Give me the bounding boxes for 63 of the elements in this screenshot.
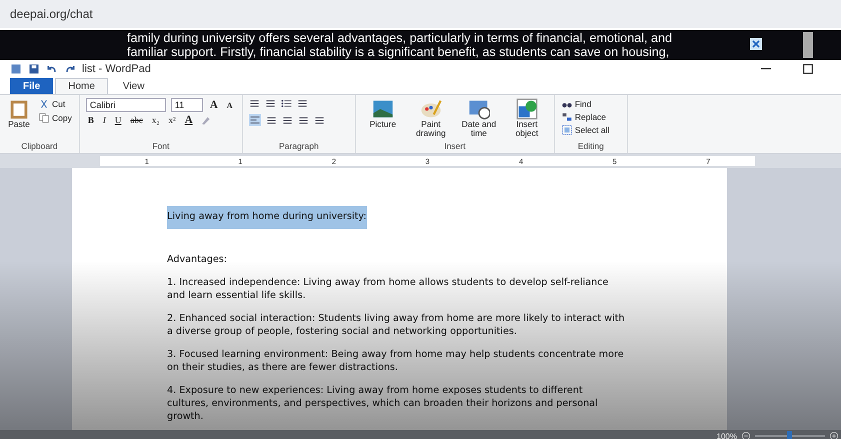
bold-button[interactable]: B xyxy=(86,115,96,125)
clipboard-icon xyxy=(8,98,30,120)
align-left-icon xyxy=(248,114,261,126)
redo-icon xyxy=(64,63,76,75)
font-field[interactable]: Calibri xyxy=(86,98,166,112)
scissors-icon xyxy=(39,99,49,109)
group-label: Insert xyxy=(443,141,466,153)
document-paragraph: 4. Exposure to new experiences: Living away from home exposes students to different cultures, environments, and perspectives, which can broaden their horizons and personal growth. xyxy=(167,384,599,423)
zoom-out-icon xyxy=(741,431,751,439)
save-icon xyxy=(28,63,40,75)
file-menu[interactable]: File xyxy=(10,78,54,94)
address-text[interactable]: deepai.org/chat xyxy=(10,7,93,21)
font-size-field[interactable]: 11 xyxy=(170,98,203,112)
cut-button[interactable]: Cut xyxy=(38,98,73,110)
strikethrough-button[interactable]: abc xyxy=(128,115,145,125)
zoom-in-icon xyxy=(829,431,839,439)
subscript-button[interactable]: x₂ xyxy=(150,115,162,125)
undo-icon xyxy=(46,63,58,75)
ribbon-tab[interactable]: Home xyxy=(55,78,108,94)
document-paragraph: 3. Focused learning environment: Being away from home may help students concentrate more on their studies, as there are fewer distractions. xyxy=(167,348,625,374)
group-label: Editing xyxy=(576,141,605,153)
caption-text: family during university offers several advantages, particularly in terms of financial, emotional, and xyxy=(127,31,672,45)
maximize-icon xyxy=(801,62,815,76)
editing-button[interactable]: Replace xyxy=(560,111,621,123)
highlighter-icon xyxy=(200,114,211,126)
font-color-button[interactable]: A xyxy=(182,114,195,126)
ribbon-tab[interactable]: View xyxy=(110,78,158,94)
caption-text: familiar support. Firstly, financial stability is a significant benefit, as students can save on housing, xyxy=(127,45,670,59)
minimize-icon[interactable] xyxy=(761,68,771,70)
picture-icon xyxy=(372,98,394,120)
group-label: Clipboard xyxy=(20,141,59,153)
group-label: Font xyxy=(151,141,170,153)
window-title: list - WordPad xyxy=(82,63,151,75)
insert-button[interactable]: Picture xyxy=(362,98,404,141)
document-paragraph: Living away from home during university: xyxy=(167,206,367,229)
copy-icon xyxy=(39,113,49,123)
select-all-icon xyxy=(562,125,572,135)
insert-button[interactable]: Insert object xyxy=(506,98,548,141)
scroll-thumb[interactable] xyxy=(803,32,813,58)
close-icon[interactable] xyxy=(750,38,762,50)
insert-button[interactable]: Paint drawing xyxy=(410,98,452,141)
replace-icon xyxy=(562,112,572,122)
palette-icon xyxy=(420,98,442,120)
underline-button[interactable]: U xyxy=(112,115,124,125)
document-paragraph: 2. Enhanced social interaction: Students living away from home are more likely to interact with a diverse group of people, fostering social and networking opportunities. xyxy=(167,312,626,338)
superscript-button[interactable]: x² xyxy=(166,115,178,125)
group-label: Paragraph xyxy=(278,141,320,153)
italic-button[interactable]: I xyxy=(100,115,108,125)
editing-button[interactable]: Find xyxy=(560,98,621,110)
editing-button[interactable]: Select all xyxy=(560,124,621,136)
insert-button[interactable]: Date and time xyxy=(458,98,500,141)
app-icon xyxy=(10,63,22,75)
object-icon xyxy=(516,98,538,120)
calendar-clock-icon xyxy=(468,98,490,120)
document-paragraph: 1. Increased independence: Living away from home allows students to develop self-reliance and learn essential life skills. xyxy=(167,276,610,302)
document-paragraph: Advantages: xyxy=(167,253,228,266)
shrink-font-button[interactable]: A xyxy=(224,100,235,110)
grow-font-button[interactable]: A xyxy=(208,99,220,111)
bullets-icon xyxy=(280,98,292,109)
zoom-level: 100% xyxy=(716,432,737,439)
paste-button[interactable]: Paste xyxy=(6,98,32,141)
copy-button[interactable]: Copy xyxy=(38,112,73,124)
slider-thumb[interactable] xyxy=(786,431,792,439)
